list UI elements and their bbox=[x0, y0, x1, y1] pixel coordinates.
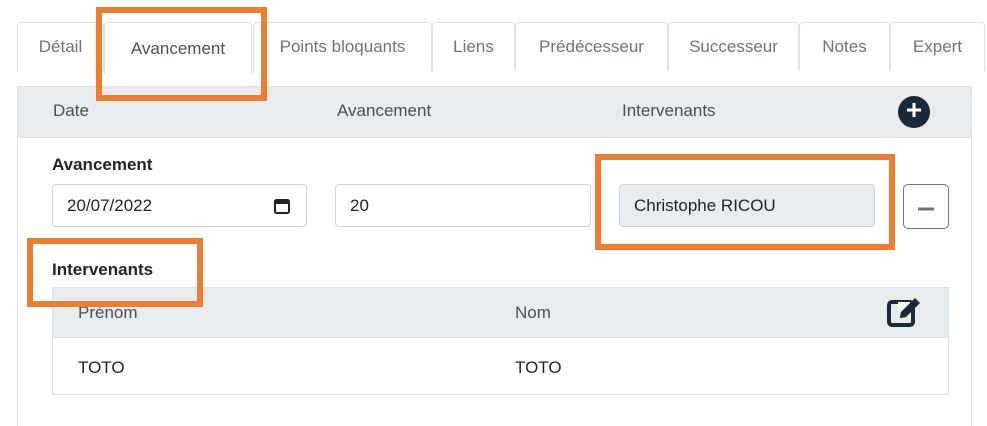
column-avancement: Avancement bbox=[337, 101, 432, 120]
column-nom: Nom bbox=[515, 303, 551, 322]
cell-prenom: TOTO bbox=[78, 358, 125, 377]
tab-detail[interactable]: Détail bbox=[17, 22, 104, 71]
column-date: Date bbox=[53, 101, 89, 120]
avancement-label: Avancement bbox=[52, 155, 153, 174]
annotation-box-intervenants-label bbox=[27, 238, 203, 307]
calendar-icon[interactable] bbox=[274, 198, 290, 219]
annotation-box-tab bbox=[96, 7, 267, 101]
date-value: 20/07/2022 bbox=[67, 195, 153, 215]
tab-liens[interactable]: Liens bbox=[432, 22, 515, 71]
plus-circle-icon bbox=[906, 102, 922, 123]
avancement-input[interactable]: 20 bbox=[335, 184, 591, 227]
edit-icon[interactable] bbox=[886, 296, 922, 333]
cell-nom: TOTO bbox=[515, 358, 562, 377]
remove-button[interactable] bbox=[903, 184, 949, 229]
tab-points-bloquants[interactable]: Points bloquants bbox=[253, 22, 432, 71]
minus-icon bbox=[918, 198, 934, 216]
add-button[interactable] bbox=[898, 96, 930, 128]
avancement-value: 20 bbox=[350, 195, 369, 215]
tab-expert[interactable]: Expert bbox=[890, 22, 985, 71]
tab-notes[interactable]: Notes bbox=[799, 22, 890, 71]
column-intervenants: Intervenants bbox=[622, 101, 716, 120]
tab-successeur[interactable]: Successeur bbox=[668, 22, 799, 71]
annotation-box-intervenant bbox=[595, 154, 895, 250]
date-input[interactable]: 20/07/2022 bbox=[52, 184, 307, 227]
tab-predecesseur[interactable]: Prédécesseur bbox=[515, 22, 668, 71]
